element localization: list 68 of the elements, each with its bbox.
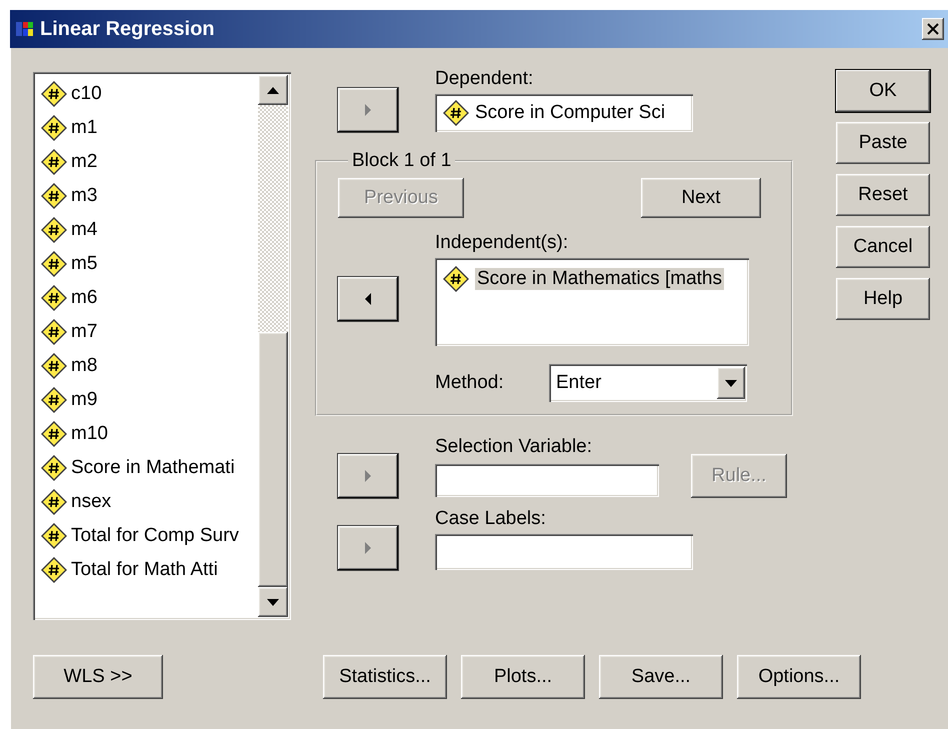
variable-item[interactable]: m8 [71, 355, 98, 377]
scroll-up-button[interactable] [258, 75, 288, 105]
field-label: Independent(s): [435, 232, 570, 254]
variable-item[interactable]: m1 [71, 117, 98, 139]
diamond-hash-icon [41, 387, 67, 413]
variable-item[interactable]: m10 [71, 423, 108, 445]
selection-variable-field[interactable] [435, 464, 659, 496]
variable-item[interactable]: m6 [71, 287, 98, 309]
diamond-hash-icon [41, 149, 67, 175]
diamond-hash-icon [41, 81, 67, 107]
dialog-button[interactable]: WLS >> [33, 655, 163, 699]
app-icon [16, 20, 34, 38]
close-icon [927, 23, 939, 35]
down-arrow-icon [267, 598, 279, 606]
scroll-down-button[interactable] [258, 587, 288, 617]
field-label: Dependent: [435, 68, 534, 90]
independent-item[interactable]: Score in Mathematics [maths [475, 268, 724, 290]
variable-item[interactable]: m2 [71, 151, 98, 173]
scroll-thumb[interactable] [258, 332, 288, 587]
diamond-hash-icon [41, 217, 67, 243]
variable-item[interactable]: Total for Comp Surv [71, 525, 239, 547]
dialog-button[interactable]: Statistics... [323, 655, 447, 699]
variable-item[interactable]: m3 [71, 185, 98, 207]
dialog-button[interactable]: Save... [599, 655, 723, 699]
dialog-button[interactable]: Plots... [461, 655, 585, 699]
diamond-hash-icon [443, 100, 469, 126]
variable-item[interactable]: nsex [71, 491, 112, 513]
diamond-hash-icon [41, 557, 67, 583]
dialog-button[interactable]: Cancel [836, 226, 930, 268]
method-dropdown[interactable]: Enter [549, 364, 747, 402]
move-button[interactable] [338, 277, 398, 321]
dropdown-button[interactable] [717, 367, 745, 399]
diamond-hash-icon [41, 183, 67, 209]
block-nav-button[interactable]: Next [641, 178, 761, 218]
diamond-hash-icon [41, 421, 67, 447]
method-label: Method: [435, 372, 505, 394]
close-button[interactable] [922, 18, 944, 40]
variable-item[interactable]: Total for Math Atti [71, 559, 218, 581]
dialog-button[interactable]: Options... [737, 655, 861, 699]
case-labels-field[interactable] [435, 534, 693, 570]
diamond-hash-icon [41, 319, 67, 345]
dialog-button[interactable]: Paste [836, 122, 930, 164]
diamond-hash-icon [41, 523, 67, 549]
independents-list[interactable]: Score in Mathematics [maths [435, 258, 749, 346]
diamond-hash-icon [41, 115, 67, 141]
field-label: Case Labels: [435, 508, 547, 530]
diamond-hash-icon [41, 251, 67, 277]
window-title: Linear Regression [40, 18, 216, 40]
dependent-value: Score in Computer Sci [475, 102, 666, 124]
variable-item[interactable]: m7 [71, 321, 98, 343]
variable-item[interactable]: m9 [71, 389, 98, 411]
diamond-hash-icon [41, 353, 67, 379]
up-arrow-icon [267, 86, 279, 94]
dependent-field[interactable]: Score in Computer Sci [435, 94, 693, 132]
dialog-button[interactable]: Help [836, 278, 930, 320]
diamond-hash-icon [41, 285, 67, 311]
variable-item[interactable]: m5 [71, 253, 98, 275]
variable-item[interactable]: m4 [71, 219, 98, 241]
dialog-button[interactable]: Reset [836, 174, 930, 216]
block-title: Block 1 of 1 [351, 150, 452, 172]
variable-item[interactable]: Score in Mathemati [71, 457, 235, 479]
dialog-button[interactable]: OK [836, 70, 930, 112]
diamond-hash-icon [443, 266, 469, 292]
variable-item[interactable]: c10 [71, 83, 102, 105]
diamond-hash-icon [41, 489, 67, 515]
field-label: Selection Variable: [435, 436, 594, 458]
diamond-hash-icon [41, 455, 67, 481]
caret-icon [725, 380, 737, 386]
